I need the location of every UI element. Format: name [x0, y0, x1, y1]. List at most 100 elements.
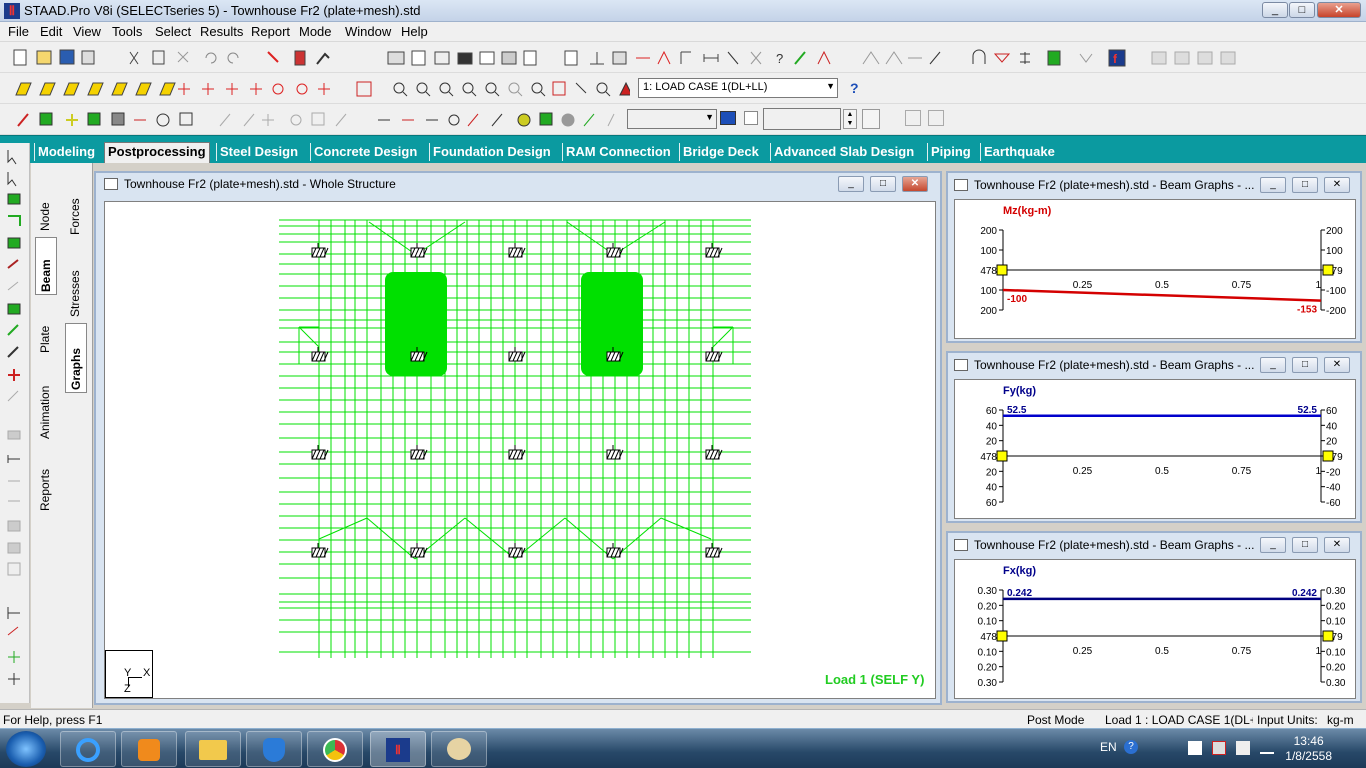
- help-tray-icon[interactable]: ?: [1124, 740, 1138, 754]
- restore-button[interactable]: □: [1289, 2, 1315, 18]
- graph-close-button[interactable]: ✕: [1324, 177, 1350, 193]
- paint-icon[interactable]: [431, 731, 487, 767]
- tab-foundation-design[interactable]: Foundation Design: [429, 143, 554, 161]
- graph-start-value: -100: [1007, 294, 1027, 305]
- menu-mode[interactable]: Mode: [299, 24, 332, 39]
- view-right-icon: [111, 82, 128, 96]
- minimize-button[interactable]: _: [1262, 2, 1288, 18]
- language-indicator[interactable]: EN: [1100, 740, 1117, 754]
- display-icon[interactable]: [720, 111, 736, 125]
- toolbar-3-dropdown[interactable]: ▼: [627, 109, 717, 129]
- left-tick-label: 100: [980, 246, 997, 257]
- staad-icon[interactable]: Ⅱ: [4, 3, 20, 19]
- vtab-node[interactable]: Node: [35, 173, 57, 233]
- graph-title: Townhouse Fr2 (plate+mesh).std - Beam Gr…: [974, 178, 1255, 192]
- menu-select[interactable]: Select: [155, 24, 191, 39]
- graph-restore-button[interactable]: □: [1292, 177, 1318, 193]
- graph-restore-button[interactable]: □: [1292, 357, 1318, 373]
- graph-canvas[interactable]: Mz(kg-m) 200 200 100 100 478 479 100 -100 200 -200…: [954, 199, 1356, 339]
- vtab-animation[interactable]: Animation: [35, 363, 57, 441]
- tab-steel-design[interactable]: Steel Design: [216, 143, 301, 161]
- graph-quantity-label: Fy(kg): [1003, 385, 1036, 397]
- tab-piping[interactable]: Piping: [927, 143, 974, 161]
- mdi-restore-button[interactable]: □: [870, 176, 896, 192]
- signal-tray-icon[interactable]: [1260, 742, 1274, 754]
- tab-advanced-slab-design[interactable]: Advanced Slab Design: [770, 143, 917, 161]
- rotate-down-icon: [202, 83, 214, 95]
- graph-close-button[interactable]: ✕: [1324, 537, 1350, 553]
- menu-view[interactable]: View: [73, 24, 101, 39]
- select-solid-icon: [87, 112, 101, 126]
- left-tick-label: 478: [980, 452, 997, 463]
- beam-graph-window-fy[interactable]: Townhouse Fr2 (plate+mesh).std - Beam Gr…: [946, 351, 1362, 523]
- download-icon[interactable]: [862, 109, 880, 129]
- media-player-icon[interactable]: [121, 731, 177, 767]
- vtab-stresses[interactable]: Stresses: [65, 249, 87, 319]
- right-tick-label: -100: [1326, 286, 1346, 297]
- vtab-beam[interactable]: Beam: [35, 237, 57, 295]
- beam-graph-window-fx[interactable]: Townhouse Fr2 (plate+mesh).std - Beam Gr…: [946, 531, 1362, 703]
- gray-tool-a-icon[interactable]: [905, 110, 921, 126]
- toolbar-row-2: 1: LOAD CASE 1(DL+LL) ▼ ?: [0, 73, 1366, 104]
- graph-minimize-button[interactable]: _: [1260, 177, 1286, 193]
- spin-icon[interactable]: ▲ ▼: [843, 109, 857, 129]
- small-window-icon[interactable]: [744, 111, 758, 125]
- zoom-out-icon: [416, 82, 428, 94]
- structure-drawing[interactable]: [105, 202, 935, 698]
- tab-modeling[interactable]: Modeling: [34, 143, 98, 161]
- menu-window[interactable]: Window: [345, 24, 391, 39]
- tab-bridge-deck[interactable]: Bridge Deck: [679, 143, 762, 161]
- pan-icon: [318, 83, 330, 95]
- gray-tool-b-icon[interactable]: [928, 110, 944, 126]
- network-tray-icon[interactable]: [1188, 741, 1202, 755]
- support-icon: [705, 243, 723, 258]
- graph-canvas[interactable]: Fy(kg) 60 60 40 40 20 20 478 479 20 -20 40 -40 60 -60 0…: [954, 379, 1356, 519]
- graph-end-value: 52.5: [1298, 405, 1318, 416]
- labels-icon: [612, 51, 627, 65]
- left-tick-label: 478: [980, 266, 997, 277]
- tab-postprocessing[interactable]: Postprocessing: [104, 142, 210, 163]
- value-input[interactable]: [763, 108, 841, 130]
- chrome-icon[interactable]: [307, 731, 363, 767]
- volume-tray-icon[interactable]: [1236, 741, 1250, 755]
- tab-ram-connection[interactable]: RAM Connection: [562, 143, 674, 161]
- menu-report[interactable]: Report: [251, 24, 290, 39]
- graph-minimize-button[interactable]: _: [1260, 537, 1286, 553]
- close-button[interactable]: ✕: [1317, 2, 1361, 18]
- ie-icon[interactable]: [60, 731, 116, 767]
- vtab-reports[interactable]: Reports: [35, 451, 57, 513]
- left-toolbar-icons: [7, 150, 21, 685]
- vtab-forces[interactable]: Forces: [65, 177, 87, 237]
- tab-concrete-design[interactable]: Concrete Design: [310, 143, 420, 161]
- start-button[interactable]: [6, 731, 46, 767]
- security-icon[interactable]: [246, 731, 302, 767]
- tab-earthquake[interactable]: Earthquake: [980, 143, 1058, 161]
- menu-results[interactable]: Results: [200, 24, 243, 39]
- graph-end-value: -153: [1297, 305, 1317, 316]
- vtab-graphs[interactable]: Graphs: [65, 323, 87, 393]
- graph-restore-button[interactable]: □: [1292, 537, 1318, 553]
- load-case-select[interactable]: 1: LOAD CASE 1(DL+LL) ▼: [638, 78, 838, 98]
- beam-graph-window-mz[interactable]: Townhouse Fr2 (plate+mesh).std - Beam Gr…: [946, 171, 1362, 343]
- menu-help[interactable]: Help: [401, 24, 428, 39]
- graph-canvas[interactable]: Fx(kg) 0.30 0.30 0.20 0.20 0.10 0.10 478 479 0.10…: [954, 559, 1356, 699]
- mdi-close-button[interactable]: ✕: [902, 176, 928, 192]
- flag-tray-icon[interactable]: [1212, 741, 1226, 755]
- graph-close-button[interactable]: ✕: [1324, 357, 1350, 373]
- gray-select-5-icon: [311, 112, 325, 126]
- menu-edit[interactable]: Edit: [40, 24, 62, 39]
- staad-taskbar-icon[interactable]: Ⅱ: [370, 731, 426, 767]
- vtab-plate[interactable]: Plate: [35, 301, 57, 355]
- mdi-minimize-button[interactable]: _: [838, 176, 864, 192]
- tray-clock[interactable]: 13:46 1/8/2558: [1285, 734, 1332, 764]
- structure-canvas[interactable]: Y X Z Load 1 (SELF Y): [104, 201, 936, 699]
- whole-structure-window[interactable]: Townhouse Fr2 (plate+mesh).std - Whole S…: [94, 171, 942, 705]
- menu-tools[interactable]: Tools: [112, 24, 142, 39]
- x-tick-label: 0.5: [1155, 646, 1169, 657]
- menu-file[interactable]: File: [8, 24, 29, 39]
- help-icon[interactable]: ?: [850, 80, 866, 96]
- file-explorer-icon[interactable]: [185, 731, 241, 767]
- graph-minimize-button[interactable]: _: [1260, 357, 1286, 373]
- mz-graph: Mz(kg-m)200 200100 100478 479100 -100200 -200…: [980, 205, 1346, 317]
- status-units-label: Input Units:: [1257, 713, 1318, 727]
